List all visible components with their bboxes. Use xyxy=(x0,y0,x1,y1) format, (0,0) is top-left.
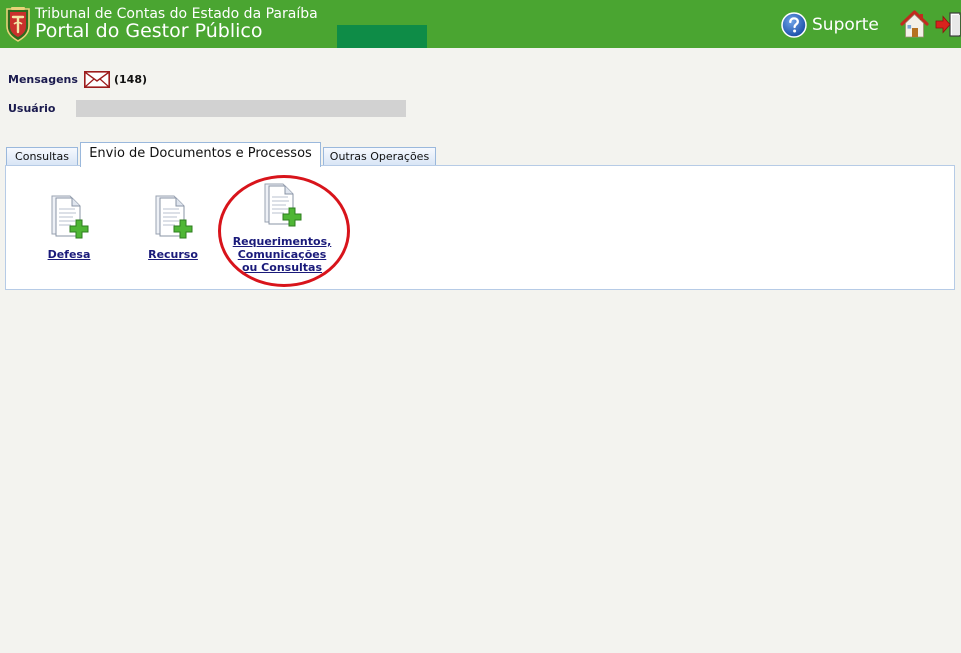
header-accent-block xyxy=(337,25,427,48)
user-name-field xyxy=(76,100,406,117)
envelope-icon[interactable] xyxy=(84,71,110,88)
support-link[interactable]: Suporte xyxy=(781,11,879,39)
defesa-link[interactable]: Defesa xyxy=(38,248,100,261)
support-label: Suporte xyxy=(812,15,879,35)
portal-title: Portal do Gestor Público xyxy=(35,20,263,42)
requerimentos-link-line2: Comunicações xyxy=(237,248,327,261)
messages-label: Mensagens xyxy=(8,73,78,86)
top-header-bar: Tribunal de Contas do Estado da Paraíba … xyxy=(0,0,961,48)
question-circle-icon xyxy=(781,12,807,38)
messages-count[interactable]: (148) xyxy=(114,73,147,86)
document-add-icon[interactable] xyxy=(152,194,194,242)
logout-arrow-icon[interactable] xyxy=(934,11,961,38)
tab-content-panel xyxy=(5,165,955,290)
document-add-icon[interactable] xyxy=(261,182,303,230)
tab-consultas[interactable]: Consultas xyxy=(6,147,78,166)
requerimentos-link[interactable]: Requerimentos, Comunicações ou Consultas xyxy=(226,235,338,274)
tab-outras-operacoes[interactable]: Outras Operações xyxy=(323,147,436,166)
recurso-link[interactable]: Recurso xyxy=(140,248,206,261)
home-icon[interactable] xyxy=(899,9,930,40)
requerimentos-link-line1: Requerimentos, xyxy=(232,235,332,248)
user-label: Usuário xyxy=(8,102,56,115)
tce-shield-logo xyxy=(6,7,30,42)
document-add-icon[interactable] xyxy=(48,194,90,242)
tab-envio-documentos[interactable]: Envio de Documentos e Processos xyxy=(80,142,321,167)
requerimentos-link-line3: ou Consultas xyxy=(241,261,323,274)
